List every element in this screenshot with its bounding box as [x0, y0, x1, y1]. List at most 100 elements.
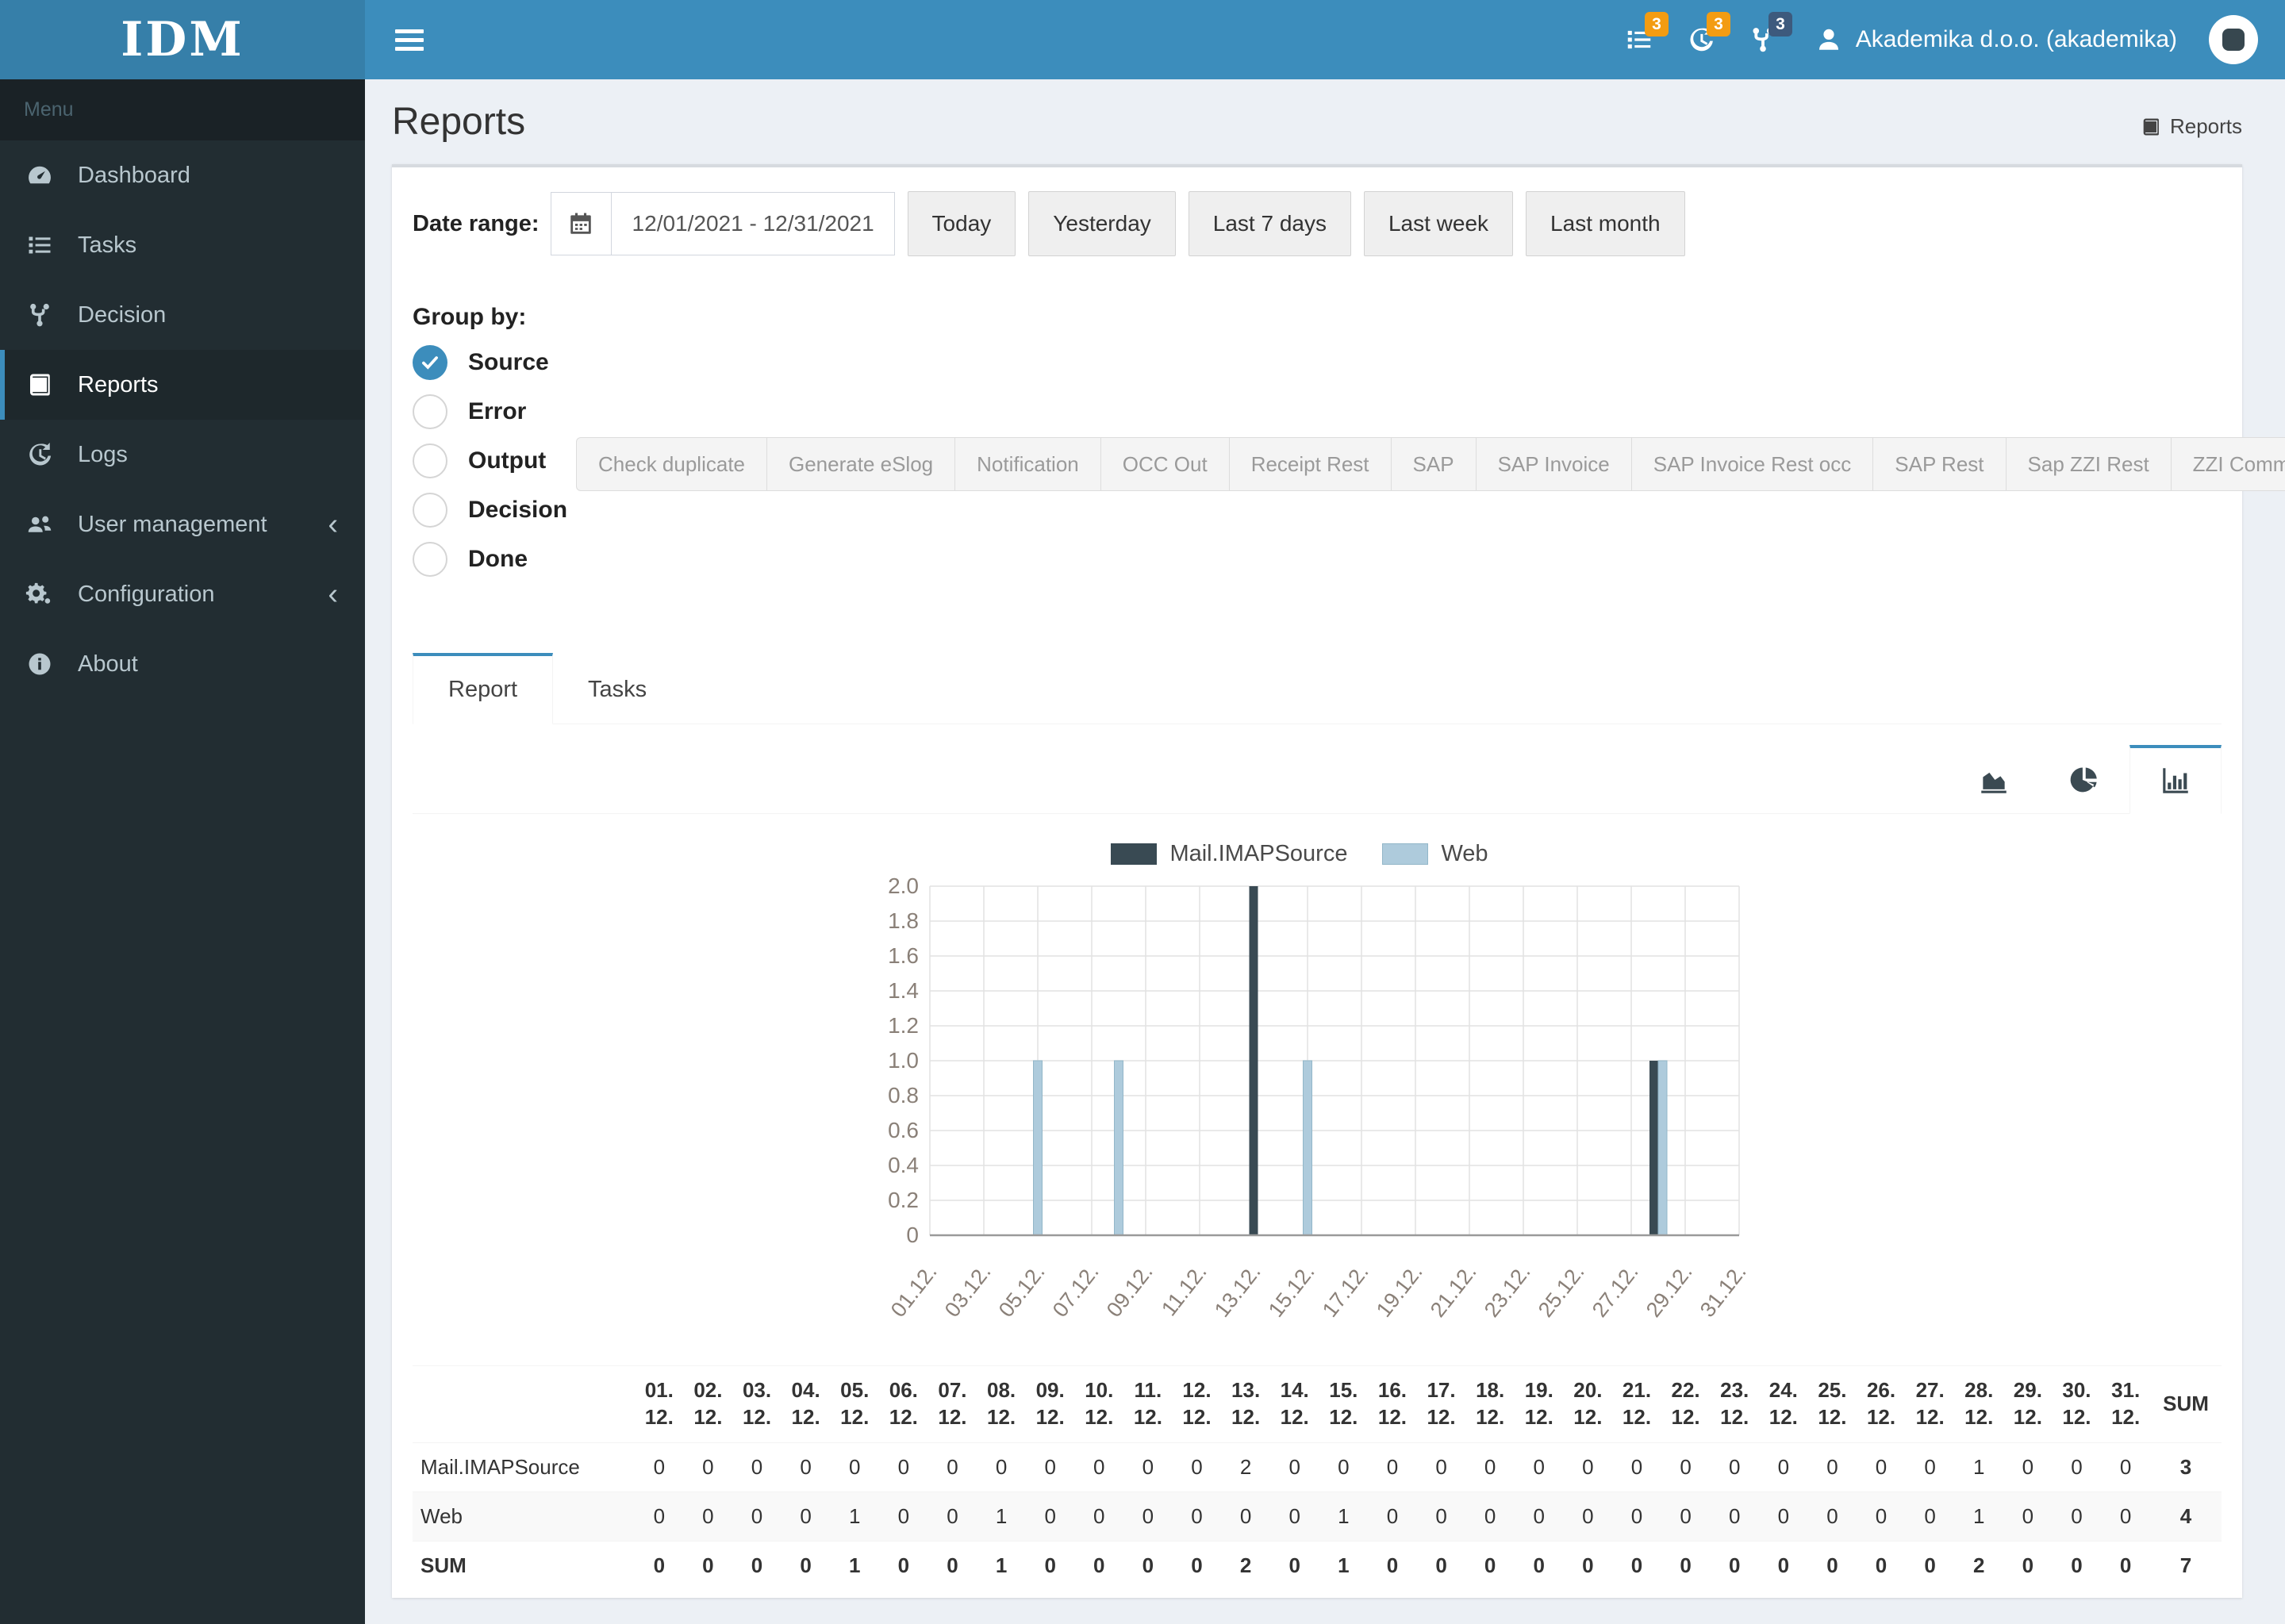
table-cell: 0 — [1123, 1540, 1173, 1590]
table-cell: 0 — [879, 1491, 928, 1541]
table-cell: 0 — [1905, 1540, 1955, 1590]
filter-button-generate-eslog[interactable]: Generate eSlog — [766, 437, 956, 492]
history-notification-button[interactable]: 3 — [1670, 12, 1732, 66]
table-cell: 0 — [1661, 1442, 1711, 1492]
bar-chart-canvas: 0 0.2 0.4 0.6 0.8 1.0 1.2 1.4 1.6 1.8 2.0 01.12.03.… — [886, 873, 1751, 1322]
filter-button-sap-invoice[interactable]: SAP Invoice — [1475, 437, 1632, 492]
screen-record-button[interactable] — [2209, 15, 2258, 64]
user-icon — [1815, 25, 1843, 54]
sidebar-item-tasks[interactable]: Tasks — [0, 210, 365, 280]
group-option-done[interactable]: Done — [413, 542, 2222, 578]
table-cell: 0 — [1612, 1442, 1661, 1492]
branch-notification-button[interactable]: 3 — [1732, 12, 1794, 66]
filter-button-zzi-commit[interactable]: ZZI Commit — [2170, 437, 2285, 492]
table-cell: 1 — [977, 1491, 1026, 1541]
table-day-header: 30. 12. — [2052, 1365, 2102, 1443]
filter-button-receipt-rest[interactable]: Receipt Rest — [1228, 437, 1392, 492]
filter-button-sap-zzi-rest[interactable]: Sap ZZI Rest — [2005, 437, 2172, 492]
table-cell: 0 — [1368, 1540, 1417, 1590]
sidebar-item-label: Dashboard — [78, 162, 190, 188]
filter-button-sap[interactable]: SAP — [1390, 437, 1477, 492]
sidebar-item-configuration[interactable]: Configuration ‹ — [0, 559, 365, 629]
last-week-button[interactable]: Last week — [1363, 191, 1514, 257]
sidebar-item-reports[interactable]: Reports — [0, 350, 365, 420]
table-cell: 0 — [2003, 1442, 2053, 1492]
table-cell: 0 — [977, 1442, 1026, 1492]
yesterday-button[interactable]: Yesterday — [1028, 191, 1176, 257]
legend-label-mail: Mail.IMAPSource — [1169, 841, 1348, 867]
group-option-label: Done — [468, 546, 528, 573]
sidebar-item-dashboard[interactable]: Dashboard — [0, 140, 365, 210]
date-range-input[interactable] — [611, 193, 894, 255]
radio-unchecked-icon[interactable] — [413, 493, 447, 528]
filter-button-sap-invoice-rest-occ[interactable]: SAP Invoice Rest occ — [1630, 437, 1874, 492]
app-logo[interactable]: IDM — [0, 0, 365, 79]
tab-tasks[interactable]: Tasks — [553, 653, 682, 724]
today-button[interactable]: Today — [907, 191, 1016, 257]
table-cell: 0 — [1074, 1442, 1124, 1492]
filter-button-check-duplicate[interactable]: Check duplicate — [576, 437, 767, 492]
table-cell: 0 — [1661, 1540, 1711, 1590]
table-cell: 0 — [1905, 1442, 1955, 1492]
table-day-header: 14. 12. — [1269, 1365, 1319, 1443]
top-navbar: 3 3 3 Akademika d.o.o. (akademika) — [365, 0, 2285, 79]
svg-text:2.0: 2.0 — [888, 873, 919, 898]
radio-checked-icon[interactable] — [413, 345, 447, 381]
table-day-header: 02. 12. — [683, 1365, 733, 1443]
table-cell: 0 — [1172, 1442, 1222, 1492]
table-cell: 1 — [1954, 1491, 2004, 1541]
table-cell: 0 — [1074, 1540, 1124, 1590]
tab-report[interactable]: Report — [413, 653, 554, 725]
legend-swatch-web — [1382, 843, 1429, 866]
table-cell: 0 — [830, 1442, 880, 1492]
dashboard-icon — [25, 161, 78, 190]
sidebar-item-label: Decision — [78, 301, 167, 328]
table-day-header: 27. 12. — [1905, 1365, 1955, 1443]
sidebar-item-user-management[interactable]: User management ‹ — [0, 490, 365, 559]
svg-text:09.12.: 09.12. — [1102, 1260, 1158, 1322]
filter-button-sap-rest[interactable]: SAP Rest — [1872, 437, 2007, 492]
radio-unchecked-icon[interactable] — [413, 443, 447, 479]
table-day-header: 06. 12. — [879, 1365, 928, 1443]
sidebar-item-logs[interactable]: Logs — [0, 420, 365, 490]
radio-unchecked-icon[interactable] — [413, 542, 447, 578]
filter-button-notification[interactable]: Notification — [954, 437, 1101, 492]
row-total-cell: 3 — [2150, 1442, 2222, 1492]
row-label: SUM — [413, 1540, 635, 1590]
table-cell: 0 — [781, 1540, 831, 1590]
svg-text:29.12.: 29.12. — [1642, 1260, 1697, 1322]
tasks-notification-button[interactable]: 3 — [1608, 12, 1670, 66]
svg-text:0.8: 0.8 — [888, 1083, 919, 1108]
calendar-icon[interactable] — [551, 193, 612, 255]
group-option-source[interactable]: Source — [413, 345, 2222, 381]
last-7-days-button[interactable]: Last 7 days — [1188, 191, 1351, 257]
table-day-header: 03. 12. — [732, 1365, 782, 1443]
table-day-header: 21. 12. — [1612, 1365, 1661, 1443]
group-option-error[interactable]: Error — [413, 394, 2222, 430]
sidebar-item-about[interactable]: About — [0, 629, 365, 699]
table-cell: 0 — [1465, 1491, 1515, 1541]
bar-chart-icon — [2159, 764, 2192, 797]
tab-area-chart[interactable] — [1949, 745, 2039, 814]
legend-label-web: Web — [1441, 841, 1488, 867]
filter-button-occ-out[interactable]: OCC Out — [1100, 437, 1230, 492]
group-option-decision[interactable]: Decision — [413, 493, 2222, 528]
sidebar-item-decision[interactable]: Decision — [0, 280, 365, 350]
last-month-button[interactable]: Last month — [1526, 191, 1685, 257]
table-cell: 0 — [1807, 1442, 1857, 1492]
tab-bar-chart[interactable] — [2129, 745, 2222, 815]
breadcrumb[interactable]: Reports — [2140, 114, 2242, 144]
bar-chart: 0 0.2 0.4 0.6 0.8 1.0 1.2 1.4 1.6 1.8 2.0 01.12. 03.… — [873, 873, 1761, 1334]
info-circle-icon — [25, 650, 78, 678]
decision-icon — [25, 301, 78, 329]
table-day-header: 09. 12. — [1025, 1365, 1075, 1443]
sidebar-toggle-button[interactable] — [387, 17, 432, 63]
table-day-header: 29. 12. — [2003, 1365, 2053, 1443]
radio-unchecked-icon[interactable] — [413, 394, 447, 430]
user-menu-button[interactable]: Akademika d.o.o. (akademika) — [1815, 25, 2177, 54]
table-cell: 0 — [1123, 1491, 1173, 1541]
table-cell: 0 — [1661, 1491, 1711, 1541]
sidebar-item-label: Logs — [78, 441, 128, 467]
tab-pie-chart[interactable] — [2039, 745, 2129, 814]
group-option-label: Source — [468, 349, 549, 376]
